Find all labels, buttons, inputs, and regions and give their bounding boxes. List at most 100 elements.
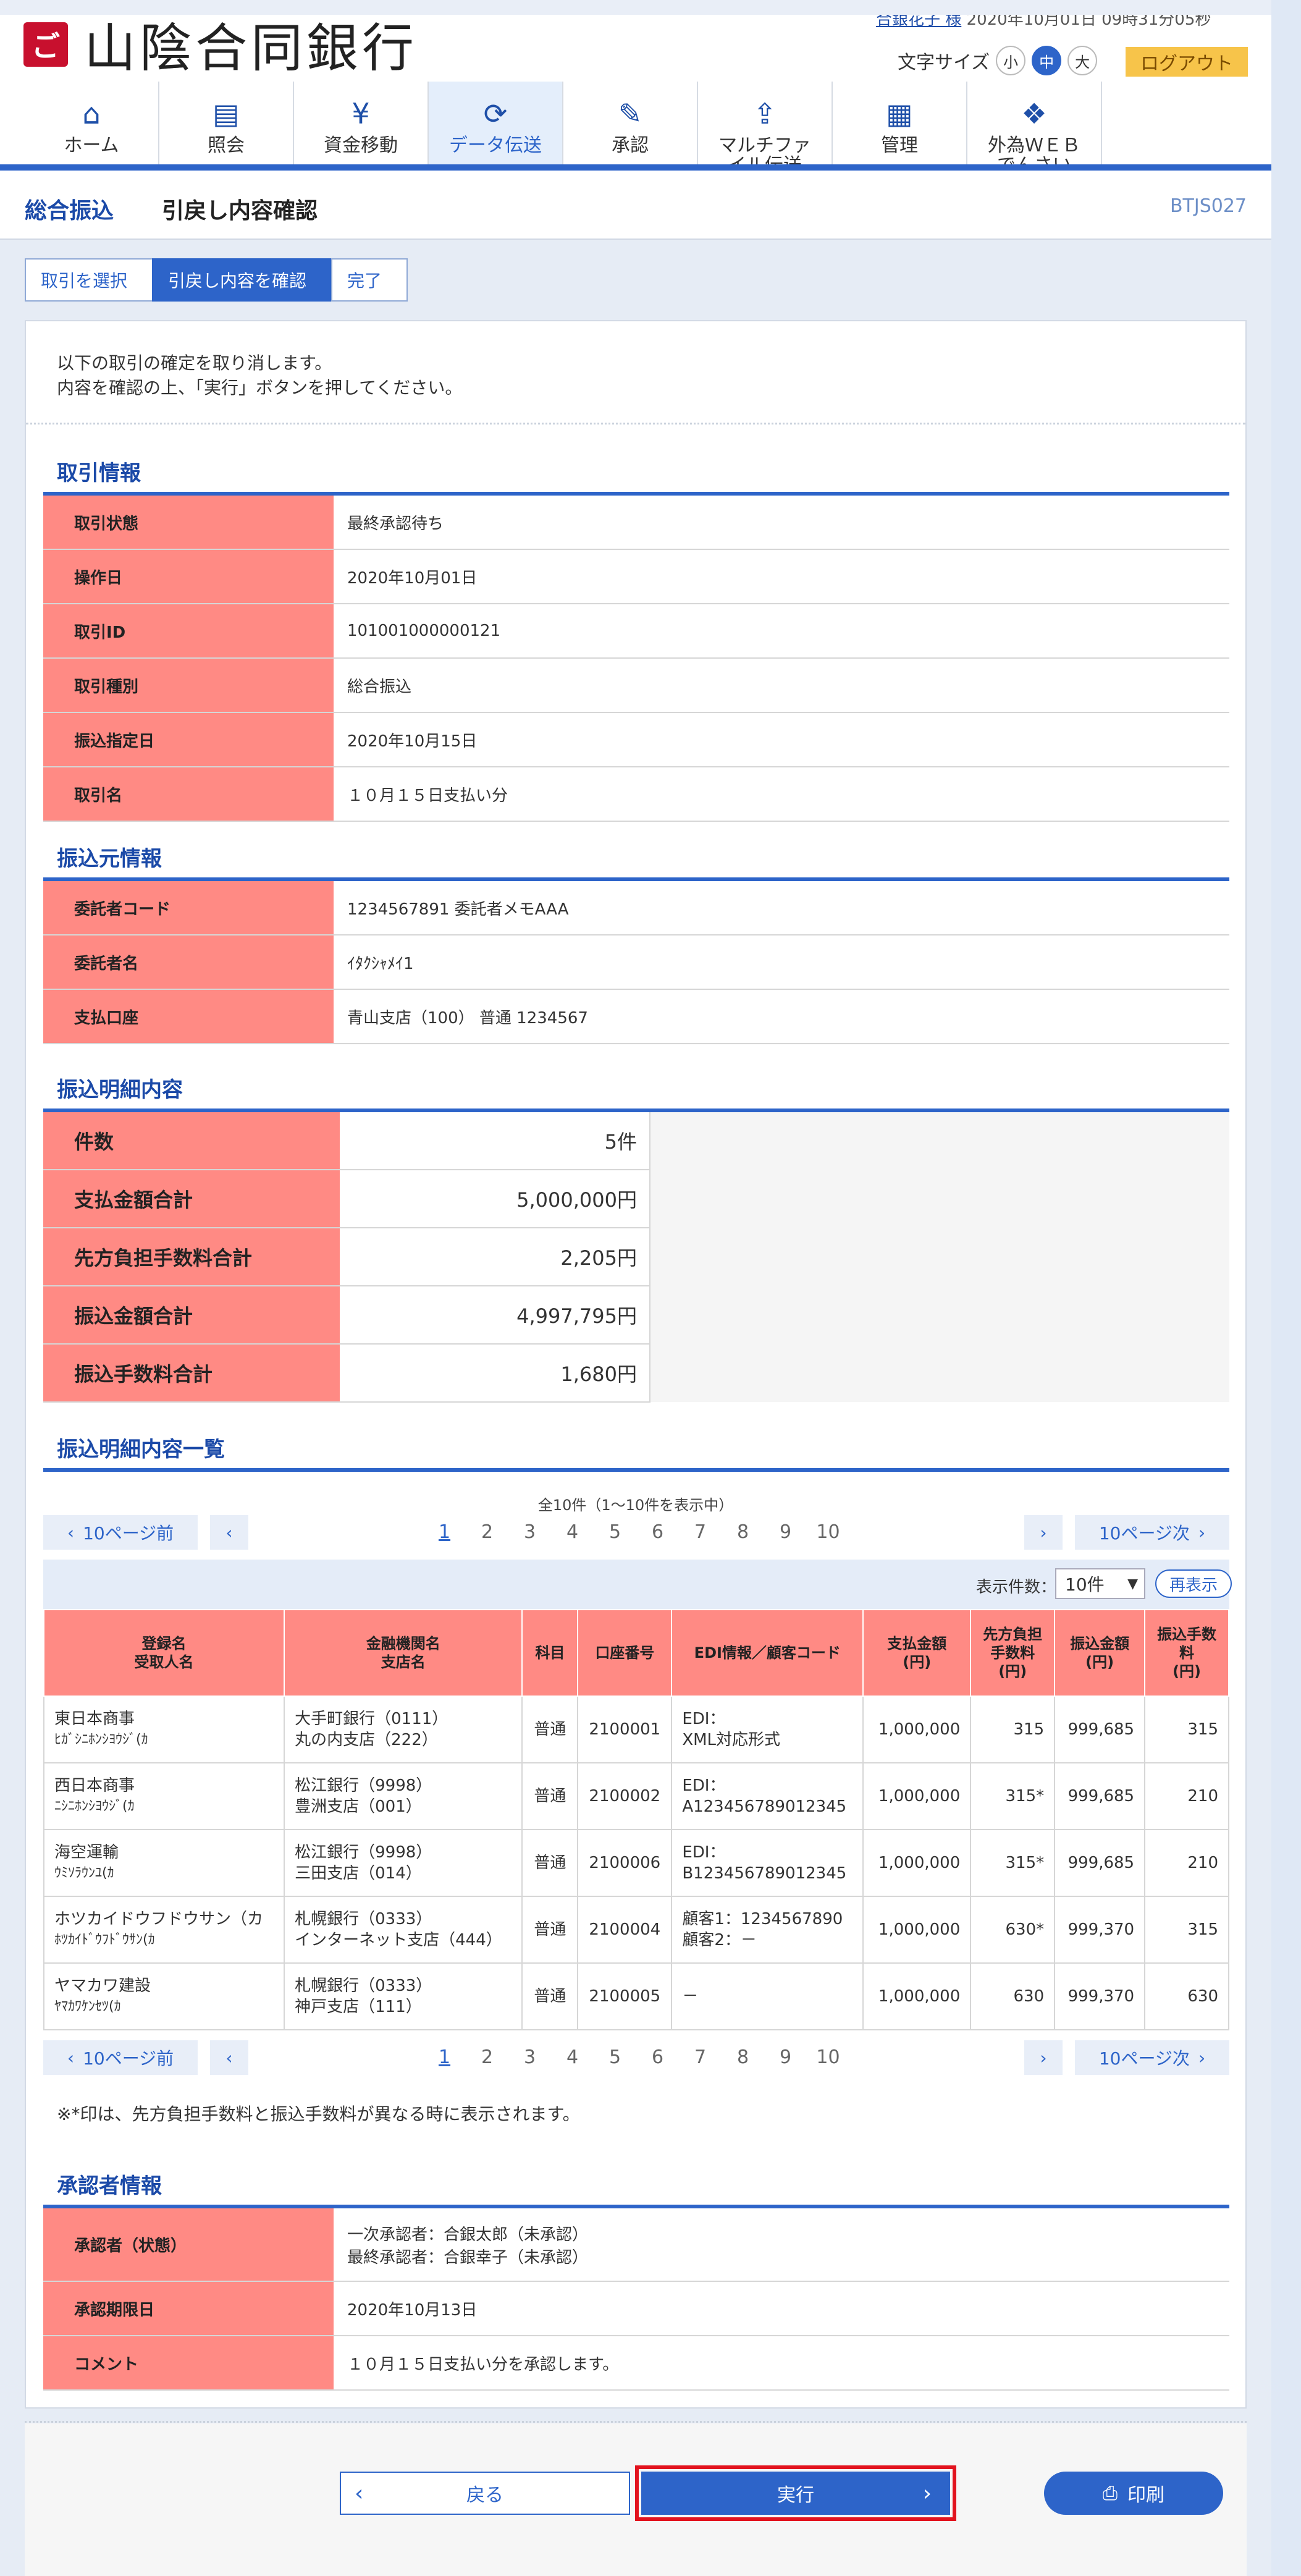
dropdown-arrow-icon: ▼ [1127, 1576, 1138, 1592]
table-row: 支払口座 青山支店（100） 普通 1234567 [43, 989, 1229, 1044]
user-info: 合銀花子 様 2020年10月01日 09時31分05秒 [876, 15, 1247, 27]
header-line: 金融機関名 [366, 1635, 440, 1652]
cell-line: ﾔﾏｶﾜｹﾝｾﾂ(ｶ [54, 1999, 121, 2014]
display-count-bar: 表示件数： 10件 ▼ 再表示 [43, 1560, 1232, 1609]
cell-kamoku: 普通 [521, 1696, 579, 1763]
cell-line: ホツカイドウフドウサン（カ [54, 1910, 264, 1928]
page-number[interactable]: 1 [423, 2043, 466, 2072]
summary-table: 件数 5件 支払金額合計 5,000,000円 先方負担手数料合計 2,205円 振込… [43, 1112, 1229, 1403]
page-number[interactable]: 4 [551, 2043, 594, 2072]
cell-kamoku: 普通 [521, 1762, 579, 1830]
field-label: 委託者コード [43, 881, 334, 935]
prev-10-pages-button[interactable]: ‹ 10ページ前 [43, 1515, 198, 1550]
page-title: 引戻し内容確認 [162, 198, 318, 224]
divider [25, 2421, 1247, 2423]
redisplay-button[interactable]: 再表示 [1155, 1569, 1232, 1598]
field-value: 1234567891 委託者メモAAA [334, 881, 1229, 935]
page-number[interactable]: 8 [722, 1518, 764, 1547]
page-number[interactable]: 7 [679, 2043, 722, 2072]
page-number[interactable]: 10 [807, 2043, 849, 2072]
font-size-label: 文字サイズ [898, 52, 990, 74]
next-10-label: 10ページ次 [1098, 2048, 1190, 2069]
field-label: 先方負担手数料合計 [43, 1228, 340, 1286]
page-number[interactable]: 5 [594, 2043, 636, 2072]
cell-account: 2100005 [577, 1962, 673, 2030]
header-line: 支払金額 [887, 1635, 947, 1652]
next-10-pages-button[interactable]: 10ページ次 › [1075, 1515, 1229, 1550]
field-label: 承認者（状態） [43, 2208, 334, 2282]
cell-line: EDI： [682, 1710, 726, 1728]
prev-page-button[interactable]: ‹ [210, 1515, 248, 1550]
nav-item-label: 管理 [881, 135, 918, 156]
page-number[interactable]: 9 [764, 1518, 807, 1547]
font-size-switcher: 文字サイズ 小 中 大 [898, 46, 1098, 75]
page-number[interactable]: 5 [594, 1518, 636, 1547]
font-size-small-button[interactable]: 小 [996, 46, 1026, 75]
cell-line: 海空運輸 [54, 1843, 119, 1862]
section-title-detail-list: 振込明細内容一覧 [57, 1437, 225, 1462]
page-number[interactable]: 2 [466, 2043, 508, 2072]
cell-name: 東日本商事 ﾋｶﾞｼﾆﾎﾝｼﾖｳｼﾞ(ｶ [43, 1696, 285, 1763]
cell-bank: 松江銀行（9998） 三田支店（014） [284, 1829, 523, 1897]
page-category: 総合振込 [25, 198, 114, 224]
font-size-large-button[interactable]: 大 [1067, 46, 1098, 75]
cell-name: 西日本商事 ﾆｼﾆﾎﾝｼﾖｳｼﾞ(ｶ [43, 1762, 285, 1830]
blank-area [650, 1112, 1229, 1402]
field-value: 1,680円 [340, 1344, 650, 1403]
page-number[interactable]: 6 [636, 2043, 679, 2072]
cell-payment: 1,000,000 [862, 1829, 972, 1897]
intro-line: 内容を確認の上、「実行」ボタンを押してください。 [57, 378, 463, 398]
page-number[interactable]: 9 [764, 2043, 807, 2072]
step-indicator: 取引を選択 引戻し内容を確認 完了 [25, 258, 408, 302]
field-value: 2020年10月01日 [334, 549, 1229, 604]
display-count-select[interactable]: 10件 ▼ [1055, 1568, 1145, 1599]
prev-page-button[interactable]: ‹ [210, 2040, 248, 2075]
page-number[interactable]: 6 [636, 1518, 679, 1547]
prev-10-label: 10ページ前 [83, 1523, 174, 1543]
field-value: 5,000,000円 [340, 1170, 650, 1228]
cell-line: 松江銀行（9998） [295, 1843, 432, 1862]
nav-item-label: 資金移動 [324, 135, 398, 156]
col-header-kamoku: 科目 [521, 1609, 579, 1697]
page-number[interactable]: 3 [508, 2043, 551, 2072]
cell-line: ﾆｼﾆﾎﾝｼﾖｳｼﾞ(ｶ [54, 1799, 135, 1814]
field-label: コメント [43, 2336, 334, 2391]
yen-transfer-icon: ¥ [352, 97, 370, 130]
cell-transfer-amount: 999,685 [1054, 1762, 1146, 1830]
next-page-button[interactable]: › [1024, 2040, 1063, 2075]
cell-line: インターネット支店（444） [295, 1931, 502, 1949]
main-panel: 以下の取引の確定を取り消します。 内容を確認の上、「実行」ボタンを押してください… [25, 320, 1247, 2409]
section-title-approver: 承認者情報 [57, 2174, 162, 2198]
document-icon: ▤ [213, 97, 240, 130]
back-button[interactable]: ‹ 戻る [340, 2472, 630, 2515]
page-number[interactable]: 1 [423, 1518, 466, 1547]
next-10-pages-button[interactable]: 10ページ次 › [1075, 2040, 1229, 2075]
cell-transfer-fee: 315 [1144, 1696, 1229, 1763]
page-number[interactable]: 8 [722, 2043, 764, 2072]
execute-button[interactable]: 実行 › [635, 2465, 956, 2521]
page-number[interactable]: 4 [551, 1518, 594, 1547]
table-row: 取引種別 総合振込 [43, 658, 1229, 713]
print-button[interactable]: ⎙ 印刷 [1044, 2472, 1223, 2515]
action-area: ‹ 戻る 実行 › ⎙ 印刷 [25, 2423, 1247, 2576]
cell-line: 西日本商事 [54, 1776, 135, 1795]
page-number[interactable]: 3 [508, 1518, 551, 1547]
field-value: 4,997,795円 [340, 1286, 650, 1345]
table-row: コメント １０月１５日支払い分を承認します。 [43, 2336, 1229, 2391]
fee-note: ※*印は、先方負担手数料と振込手数料が異なる時に表示されます。 [57, 2104, 580, 2124]
table-row: 委託者名 ｲﾀｸｼｬﾒｲ1 [43, 935, 1229, 990]
user-name-link[interactable]: 合銀花子 様 [876, 15, 961, 27]
page-number[interactable]: 2 [466, 1518, 508, 1547]
cell-payment: 1,000,000 [862, 1896, 972, 1964]
prev-10-pages-button[interactable]: ‹ 10ページ前 [43, 2040, 198, 2075]
field-value: 一次承認者：合銀太郎（未承認） 最終承認者：合銀幸子（未承認） [334, 2208, 1229, 2282]
page-number[interactable]: 7 [679, 1518, 722, 1547]
logout-button[interactable]: ログアウト [1126, 47, 1248, 77]
printer-icon: ⎙ [1103, 2482, 1118, 2504]
nav-item-label: データ伝送 [449, 135, 542, 156]
cell-line: 豊洲支店（001） [295, 1797, 422, 1816]
font-size-medium-button[interactable]: 中 [1032, 46, 1062, 75]
next-page-button[interactable]: › [1024, 1515, 1063, 1550]
cell-account: 2100004 [577, 1896, 673, 1964]
page-number[interactable]: 10 [807, 1518, 849, 1547]
